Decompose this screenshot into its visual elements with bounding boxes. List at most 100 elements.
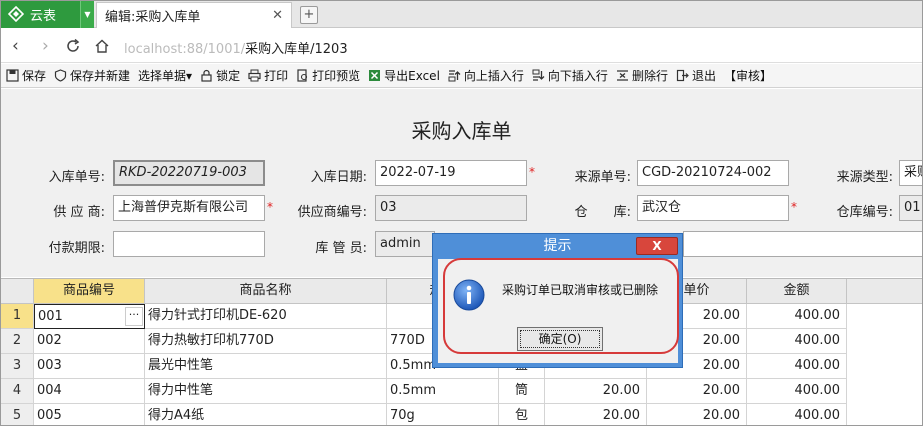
refresh-icon[interactable] (65, 38, 81, 54)
url-field[interactable]: localhost:88/1001/采购入库单/1203 (124, 38, 348, 57)
payment-term-label: 付款期限: (48, 241, 105, 256)
item-code-cell[interactable]: 001 ··· (34, 304, 145, 329)
excel-icon (369, 70, 381, 81)
form-title: 采购入库单 (411, 119, 512, 143)
lookup-button[interactable]: ··· (125, 307, 143, 326)
save-label: 保存 (22, 69, 47, 83)
item-code-cell[interactable]: 002 (34, 329, 145, 354)
new-tab-button[interactable]: + (300, 6, 318, 24)
supplier-code-label: 供应商编号: (297, 205, 367, 220)
save-button[interactable]: 保存 (6, 67, 46, 84)
insert-above-icon (448, 70, 461, 82)
app-menu-button[interactable]: 云表 (0, 0, 80, 28)
source-type-field[interactable]: 采购 (899, 160, 923, 186)
item-name-cell[interactable]: 得力针式打印机DE-620 (145, 304, 387, 329)
amount-cell[interactable]: 400.00 (747, 404, 847, 426)
print-preview-label: 打印预览 (312, 69, 361, 83)
source-no-label: 来源单号: (574, 170, 631, 185)
table-row[interactable]: 5 005 得力A4纸 70g 包 20.00 20.00 400.00 (1, 404, 923, 426)
receipt-date-field[interactable]: 2022-07-19 (375, 160, 527, 186)
item-code-cell[interactable]: 003 (34, 354, 145, 379)
supplier-field[interactable]: 上海普伊克斯有限公司 (113, 195, 265, 221)
unit-cell[interactable]: 包 (499, 404, 545, 426)
print-button[interactable]: 打印 (248, 67, 288, 84)
column-header[interactable]: 商品名称 (145, 279, 387, 304)
export-excel-label: 导出Excel (384, 69, 440, 83)
back-icon[interactable]: ‹ (12, 36, 19, 56)
audit-button[interactable]: 【审核】 (724, 67, 772, 84)
url-host: localhost:88/1001/ (124, 42, 246, 57)
amount-cell[interactable]: 400.00 (747, 304, 847, 329)
price-cell[interactable]: 20.00 (647, 379, 747, 404)
table-row[interactable]: 4 004 得力中性笔 0.5mm 筒 20.00 20.00 400.00 (1, 379, 923, 404)
column-header[interactable]: 金额 (747, 279, 847, 304)
exit-icon (676, 69, 689, 82)
exit-label: 退出 (691, 69, 716, 83)
amount-cell[interactable]: 400.00 (747, 329, 847, 354)
delete-row-icon (616, 70, 628, 81)
warehouse-field[interactable]: 武汉仓 (637, 195, 789, 221)
unit-cell[interactable]: 筒 (499, 379, 545, 404)
item-name-cell[interactable]: 晨光中性笔 (145, 354, 387, 379)
address-bar: ‹ › localhost:88/1001/采购入库单/1203 (0, 29, 923, 63)
lock-button[interactable]: 锁定 (200, 67, 240, 84)
app-name: 云表 (30, 8, 57, 24)
tab-edit-receipt[interactable]: 编辑:采购入库单 ✕ (96, 2, 292, 28)
row-number-header (1, 279, 34, 304)
exit-button[interactable]: 退出 (676, 67, 716, 84)
ok-button[interactable]: 确定(O) (517, 327, 603, 351)
dialog-body: 采购订单已取消审核或已删除 确定(O) (438, 259, 678, 363)
payment-term-field[interactable] (113, 231, 265, 257)
item-code-cell[interactable]: 004 (34, 379, 145, 404)
lock-label: 锁定 (216, 69, 241, 83)
warehouse-label: 仓 库: (574, 205, 631, 220)
select-document-button[interactable]: 选择单据▾ (138, 67, 192, 84)
insert-row-above-label: 向上插入行 (463, 69, 524, 83)
insert-row-above-button[interactable]: 向上插入行 (448, 67, 524, 84)
item-name-cell[interactable]: 得力中性笔 (145, 379, 387, 404)
lock-icon (201, 69, 212, 82)
item-name-cell[interactable]: 得力热敏打印机770D (145, 329, 387, 354)
item-code-cell[interactable]: 005 (34, 404, 145, 426)
column-header[interactable]: 商品编号 (34, 279, 145, 304)
extra-field[interactable] (683, 231, 923, 257)
item-name-cell[interactable]: 得力A4纸 (145, 404, 387, 426)
export-excel-button[interactable]: 导出Excel (368, 67, 440, 84)
keeper-field[interactable]: admin (375, 231, 435, 257)
dialog-close-button[interactable]: X (636, 237, 678, 255)
row-number: 5 (1, 404, 34, 426)
supplier-label: 供 应 商: (53, 205, 105, 220)
insert-row-below-label: 向下插入行 (547, 69, 608, 83)
tab-title: 编辑:采购入库单 (105, 10, 201, 25)
home-icon[interactable] (94, 38, 110, 54)
warehouse-code-field[interactable]: 01 (899, 195, 923, 221)
print-preview-button[interactable]: 打印预览 (296, 67, 360, 84)
price-cell[interactable]: 20.00 (647, 404, 747, 426)
receipt-date-label: 入库日期: (310, 170, 367, 185)
delete-row-button[interactable]: 删除行 (616, 67, 668, 84)
info-icon (453, 279, 485, 311)
qty-cell[interactable]: 20.00 (545, 404, 647, 426)
qty-cell[interactable]: 20.00 (545, 379, 647, 404)
save-and-new-label: 保存并新建 (70, 69, 131, 83)
required-mark: * (529, 165, 535, 179)
alert-dialog: 提示 X 采购订单已取消审核或已删除 确定(O) (432, 233, 683, 368)
supplier-code-field[interactable]: 03 (375, 195, 527, 221)
amount-cell[interactable]: 400.00 (747, 354, 847, 379)
required-mark: * (267, 200, 273, 214)
source-no-field[interactable]: CGD-20210724-002 (637, 160, 789, 186)
spec-cell[interactable]: 0.5mm (387, 379, 499, 404)
insert-row-below-button[interactable]: 向下插入行 (532, 67, 608, 84)
close-icon[interactable]: ✕ (272, 8, 283, 23)
receipt-no-field[interactable]: RKD-20220719-003 (113, 160, 265, 186)
url-path: 采购入库单/1203 (245, 42, 348, 57)
spec-cell[interactable]: 70g (387, 404, 499, 426)
forward-icon[interactable]: › (42, 36, 49, 56)
row-number: 3 (1, 354, 34, 379)
shield-icon (54, 69, 67, 82)
save-and-new-button[interactable]: 保存并新建 (54, 67, 130, 84)
select-document-label: 选择单据▾ (138, 69, 193, 83)
amount-cell[interactable]: 400.00 (747, 379, 847, 404)
app-dropdown-button[interactable]: ▼ (80, 0, 94, 28)
insert-below-icon (532, 69, 545, 81)
